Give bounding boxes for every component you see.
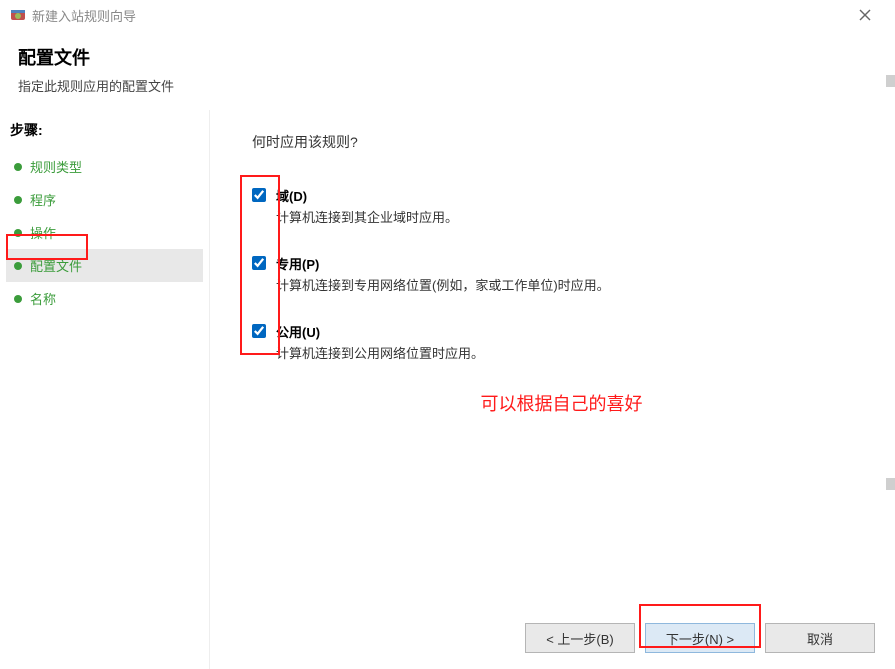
cancel-button[interactable]: 取消 xyxy=(765,623,875,653)
sidebar-item-action[interactable]: 操作 xyxy=(6,216,203,249)
checkbox-label: 专用(P) xyxy=(276,254,610,273)
checkbox-label: 域(D) xyxy=(276,186,458,205)
bullet-icon xyxy=(14,196,22,204)
checkbox-row-domain: 域(D) 计算机连接到其企业域时应用。 xyxy=(252,186,871,226)
scrollbar-stub xyxy=(886,75,895,87)
scrollbar-stub xyxy=(886,478,895,490)
annotation-text: 可以根据自己的喜好 xyxy=(252,390,871,416)
close-button[interactable] xyxy=(845,1,885,29)
bullet-icon xyxy=(14,163,22,171)
next-button[interactable]: 下一步(N) > xyxy=(645,623,755,653)
checkbox-desc: 计算机连接到专用网络位置(例如，家或工作单位)时应用。 xyxy=(276,275,610,294)
sidebar-item-label: 名称 xyxy=(30,289,56,308)
sidebar-item-name[interactable]: 名称 xyxy=(6,282,203,315)
checkbox-desc: 计算机连接到其企业域时应用。 xyxy=(276,207,458,226)
close-icon xyxy=(859,9,871,21)
titlebar: 新建入站规则向导 xyxy=(0,0,895,30)
bullet-icon xyxy=(14,295,22,303)
checkbox-private[interactable] xyxy=(252,256,266,270)
checkbox-desc: 计算机连接到公用网络位置时应用。 xyxy=(276,343,484,362)
checkbox-texts: 专用(P) 计算机连接到专用网络位置(例如，家或工作单位)时应用。 xyxy=(276,254,610,294)
steps-label: 步骤: xyxy=(6,118,203,150)
checkbox-row-private: 专用(P) 计算机连接到专用网络位置(例如，家或工作单位)时应用。 xyxy=(252,254,871,294)
header: 配置文件 指定此规则应用的配置文件 xyxy=(0,30,895,103)
sidebar-item-profile[interactable]: 配置文件 xyxy=(6,249,203,282)
window-title: 新建入站规则向导 xyxy=(32,6,845,25)
back-button[interactable]: < 上一步(B) xyxy=(525,623,635,653)
content-prompt: 何时应用该规则? xyxy=(252,132,871,152)
checkbox-label: 公用(U) xyxy=(276,322,484,341)
sidebar-item-label: 操作 xyxy=(30,223,56,242)
checkbox-texts: 公用(U) 计算机连接到公用网络位置时应用。 xyxy=(276,322,484,362)
content-panel: 何时应用该规则? 域(D) 计算机连接到其企业域时应用。 专用(P) 计算机连接… xyxy=(210,110,895,669)
firewall-icon xyxy=(10,7,26,23)
checkbox-public[interactable] xyxy=(252,324,266,338)
bullet-icon xyxy=(14,262,22,270)
sidebar-item-label: 配置文件 xyxy=(30,256,82,275)
page-subtitle: 指定此规则应用的配置文件 xyxy=(18,76,877,95)
page-title: 配置文件 xyxy=(18,44,877,70)
checkbox-texts: 域(D) 计算机连接到其企业域时应用。 xyxy=(276,186,458,226)
wizard-buttons: < 上一步(B) 下一步(N) > 取消 xyxy=(525,623,875,653)
checkbox-row-public: 公用(U) 计算机连接到公用网络位置时应用。 xyxy=(252,322,871,362)
sidebar-item-rule-type[interactable]: 规则类型 xyxy=(6,150,203,183)
sidebar: 步骤: 规则类型 程序 操作 配置文件 名称 xyxy=(0,110,210,669)
sidebar-item-program[interactable]: 程序 xyxy=(6,183,203,216)
bullet-icon xyxy=(14,229,22,237)
body: 步骤: 规则类型 程序 操作 配置文件 名称 何时应用该规则? 域(D) xyxy=(0,109,895,669)
sidebar-item-label: 程序 xyxy=(30,190,56,209)
checkbox-domain[interactable] xyxy=(252,188,266,202)
sidebar-item-label: 规则类型 xyxy=(30,157,82,176)
